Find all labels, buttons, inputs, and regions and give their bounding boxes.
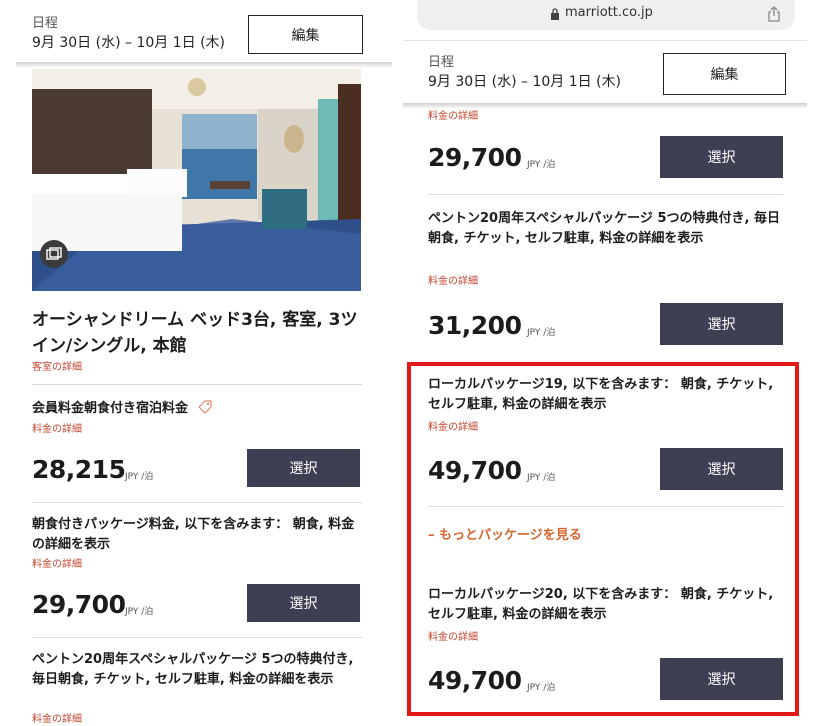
date-value: 9月 30日 (水) – 10月 1日 (木): [428, 74, 621, 90]
select-button[interactable]: 選択: [660, 303, 783, 345]
rate-title-text: 会員料金朝食付き宿泊料金: [32, 401, 189, 416]
date-label: 日程: [32, 16, 59, 31]
price: 29,700: [428, 143, 522, 172]
price-unit: JPY /泊: [125, 607, 154, 617]
rate-detail-link[interactable]: 料金の詳細: [32, 420, 82, 435]
price: 28,215: [32, 455, 126, 484]
gallery-icon[interactable]: [40, 240, 68, 268]
date-header: 日程 9月 30日 (水) – 10月 1日 (木) 編集: [403, 40, 807, 103]
tag-icon: [197, 400, 212, 414]
divider: [32, 502, 362, 503]
highlight-box: [407, 362, 799, 716]
price: 29,700: [32, 590, 126, 619]
rate-title: 朝食付きパッケージ料金, 以下を含みます： 朝食, 料金の詳細を表示: [32, 517, 355, 552]
price-unit: JPY /泊: [527, 160, 556, 170]
rate-title: ペントン20周年スペシャルパッケージ 5つの特典付き, 毎日朝食, チケット, …: [428, 211, 780, 246]
lock-icon: [551, 8, 559, 20]
url-text: marriott.co.jp: [565, 5, 653, 20]
room-photo[interactable]: [32, 69, 361, 291]
edit-button[interactable]: 編集: [663, 53, 786, 95]
price-unit: JPY /泊: [125, 472, 154, 482]
right-screen: marriott.co.jp 料金の詳細 29,700 JPY /泊 選択 ペン…: [403, 0, 831, 726]
divider: [32, 384, 362, 385]
header-shadow: [16, 62, 392, 68]
select-button[interactable]: 選択: [247, 584, 360, 622]
date-value: 9月 30日 (水) – 10月 1日 (木): [32, 35, 225, 51]
left-screen: 日程 9月 30日 (水) – 10月 1日 (木) 編集 オーシャンドリーム …: [0, 0, 392, 726]
rate-detail-link[interactable]: 料金の詳細: [32, 555, 82, 570]
address-bar[interactable]: marriott.co.jp: [417, 0, 795, 30]
select-button[interactable]: 選択: [660, 136, 783, 178]
edit-button[interactable]: 編集: [248, 15, 363, 54]
date-header: 日程 9月 30日 (水) – 10月 1日 (木) 編集: [16, 0, 392, 62]
share-icon[interactable]: [767, 6, 781, 22]
rate-detail-link[interactable]: 料金の詳細: [428, 272, 478, 287]
rate-title: ペントン20周年スペシャルパッケージ 5つの特典付き, 毎日朝食, チケット, …: [32, 652, 354, 687]
divider: [32, 637, 362, 638]
room-illustration: [32, 69, 361, 291]
rate-detail-link[interactable]: 料金の詳細: [32, 710, 82, 725]
rate-detail-link[interactable]: 料金の詳細: [428, 107, 478, 122]
price-unit: JPY /泊: [527, 328, 556, 338]
rate-title: 会員料金朝食付き宿泊料金: [32, 399, 362, 419]
price: 31,200: [428, 311, 522, 340]
divider: [428, 194, 783, 195]
date-label: 日程: [428, 55, 455, 70]
header-shadow: [403, 103, 807, 109]
room-title: オーシャンドリーム ベッド3台, 客室, 3ツイン/シングル, 本館: [32, 310, 358, 356]
room-detail-link[interactable]: 客室の詳細: [32, 358, 82, 373]
select-button[interactable]: 選択: [247, 449, 360, 487]
